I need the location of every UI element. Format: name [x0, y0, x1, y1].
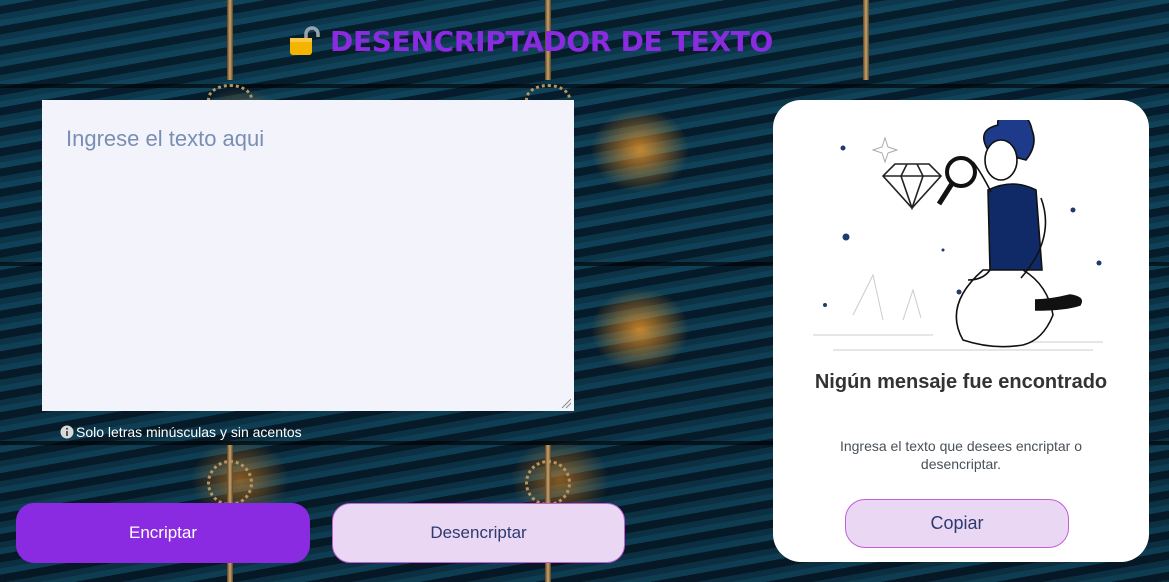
empty-state-description: Ingresa el texto que desees encriptar o … [839, 438, 1083, 472]
result-panel: Nigún mensaje fue encontrado Ingresa el … [773, 100, 1149, 562]
ornament-decoration [207, 460, 253, 506]
background-divider [0, 84, 1169, 88]
ornament-decoration [525, 460, 571, 506]
text-input-container [42, 100, 574, 411]
empty-state-title: Nigún mensaje fue encontrado [814, 371, 1108, 393]
info-icon [60, 425, 74, 439]
encrypt-button[interactable]: Encriptar [16, 503, 310, 563]
resize-handle-icon[interactable] [560, 397, 572, 409]
key-decoration [227, 0, 233, 80]
lock-icon [290, 26, 320, 55]
input-hint: Solo letras minúsculas y sin acentos [60, 424, 302, 440]
text-input[interactable] [42, 100, 574, 411]
searching-person-illustration [813, 120, 1103, 351]
app-header: DESENCRIPTADOR DE TEXTO [288, 22, 773, 60]
key-decoration [863, 0, 869, 80]
hint-text: Solo letras minúsculas y sin acentos [76, 424, 302, 440]
decrypt-button[interactable]: Desencriptar [332, 503, 625, 563]
page-title: DESENCRIPTADOR DE TEXTO [330, 24, 774, 58]
copy-button[interactable]: Copiar [845, 499, 1069, 548]
